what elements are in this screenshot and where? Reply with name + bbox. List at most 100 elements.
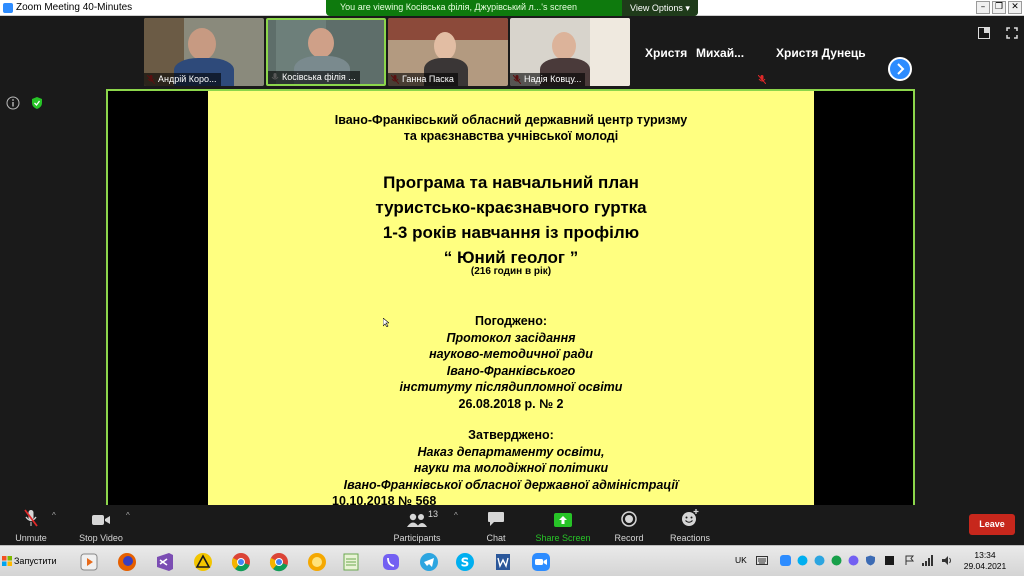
- video-camera-icon: [92, 515, 110, 525]
- taskbar-app-word[interactable]: [488, 549, 518, 574]
- slide-approved-block: Затверджено: Наказ департаменту освіти, …: [208, 427, 814, 510]
- chrome-icon: [231, 552, 250, 571]
- muted-mic-icon: [24, 509, 38, 527]
- taskbar-app-firefox[interactable]: [112, 549, 142, 574]
- name-only-tile[interactable]: Христя Дунець: [770, 18, 880, 86]
- slide-title: Програма та навчальний план туристсько-к…: [208, 170, 814, 270]
- participants-options-caret[interactable]: ^: [454, 511, 458, 520]
- taskbar-app-visual-studio[interactable]: [150, 549, 180, 574]
- media-player-icon: [80, 553, 98, 570]
- taskbar-app-chrome[interactable]: [226, 549, 256, 574]
- slide-organization: Івано-Франківський обласний державний це…: [208, 112, 814, 144]
- participants-button[interactable]: 13 Participants: [390, 505, 444, 545]
- meeting-info-icons: [6, 96, 44, 115]
- record-icon: [621, 511, 637, 527]
- title-line: Програма та навчальний план: [383, 173, 639, 192]
- participants-label: Participants: [393, 533, 441, 543]
- keyboard-icon[interactable]: [756, 555, 768, 566]
- chevron-right-icon: [897, 63, 905, 75]
- taskbar-app-archicad[interactable]: [188, 549, 218, 574]
- start-label: Запустити: [14, 556, 57, 566]
- agreed-date: 26.08.2018 р. № 2: [458, 396, 564, 411]
- chat-label: Chat: [486, 533, 506, 543]
- name-only-tile[interactable]: Михай...: [692, 18, 766, 86]
- zoom-app-icon: [3, 3, 13, 13]
- network-tray-icon[interactable]: [831, 555, 842, 566]
- view-options-button[interactable]: View Options ▾: [622, 0, 698, 16]
- fullscreen-icon[interactable]: [1006, 27, 1018, 39]
- approved-line: науки та молодіжної політики: [413, 461, 609, 475]
- reactions-label: Reactions: [669, 533, 711, 543]
- start-button[interactable]: Запустити: [0, 549, 60, 573]
- video-tile[interactable]: Андрій Коро...: [144, 18, 264, 86]
- windows-logo-icon: [2, 556, 12, 566]
- shield-tray-icon[interactable]: [865, 555, 876, 566]
- taskbar-app-viber[interactable]: [376, 549, 406, 574]
- audio-options-caret[interactable]: ^: [52, 511, 56, 520]
- approved-line: Івано-Франківської обласної державної ад…: [343, 477, 679, 492]
- info-icon[interactable]: [6, 96, 20, 110]
- participants-icon: [407, 513, 427, 527]
- shared-screen[interactable]: Івано-Франківський обласний державний це…: [106, 89, 915, 508]
- next-page-button[interactable]: [888, 57, 912, 81]
- agreed-line: науково-методичної ради: [429, 347, 593, 361]
- taskbar-app-notepad[interactable]: [336, 549, 366, 574]
- leave-button[interactable]: Leave: [969, 514, 1015, 535]
- os-taskbar: Запустити S UK 13:34 29.04.2021: [0, 545, 1024, 576]
- shield-icon[interactable]: [30, 96, 44, 110]
- taskbar-app-telegram[interactable]: [414, 549, 444, 574]
- viber-tray-icon[interactable]: [848, 555, 859, 566]
- telegram-tray-icon[interactable]: [814, 555, 825, 566]
- taskbar-app-yellow[interactable]: [302, 549, 332, 574]
- chrome-icon: [269, 552, 288, 571]
- circle-app-icon: [308, 552, 326, 571]
- screen-share-banner: You are viewing Косівська філія, Джурівс…: [326, 0, 698, 16]
- unmute-button[interactable]: Unmute: [8, 505, 54, 545]
- language-indicator[interactable]: UK: [735, 555, 747, 565]
- participants-count-badge: 13: [428, 509, 439, 519]
- video-tile[interactable]: Надія Ковцу...: [510, 18, 630, 86]
- title-line: туристсько-краєзнавчого гуртка: [375, 198, 647, 217]
- video-tile-active-speaker[interactable]: Косівська філія ...: [266, 18, 386, 86]
- participant-name: Михай...: [696, 46, 745, 60]
- unmute-label: Unmute: [15, 533, 47, 543]
- slide-hours: (216 годин в рік): [470, 266, 552, 277]
- restore-button[interactable]: ❐: [992, 1, 1006, 14]
- skype-tray-icon[interactable]: [797, 555, 808, 566]
- reactions-button[interactable]: Reactions: [666, 505, 714, 545]
- record-label: Record: [614, 533, 644, 543]
- taskbar-app-zoom[interactable]: [526, 549, 556, 574]
- participant-name: Андрій Коро...: [144, 73, 221, 86]
- view-controls: [977, 26, 1018, 44]
- speaker-icon[interactable]: [941, 555, 953, 566]
- viber-icon: [383, 553, 399, 570]
- close-button[interactable]: ✕: [1008, 1, 1022, 14]
- minimize-button[interactable]: –: [976, 1, 990, 14]
- taskbar-app-chrome-2[interactable]: [264, 549, 294, 574]
- chat-button[interactable]: Chat: [478, 505, 514, 545]
- flag-icon[interactable]: [904, 555, 915, 566]
- gallery-layout-icon[interactable]: [977, 27, 990, 39]
- clock-date: 29.04.2021: [963, 561, 1007, 571]
- system-clock[interactable]: 13:34 29.04.2021: [962, 550, 1008, 572]
- video-tile[interactable]: Ганна Паска: [388, 18, 508, 86]
- share-screen-label: Share Screen: [535, 533, 591, 543]
- dropbox-tray-icon[interactable]: [884, 555, 895, 566]
- participant-name: Христя Дунець: [776, 46, 866, 60]
- taskbar-app-media[interactable]: [74, 549, 104, 574]
- participant-name: Христя: [645, 46, 688, 60]
- zoom-tray-icon[interactable]: [780, 555, 791, 566]
- mouse-cursor-icon: [383, 318, 389, 327]
- signal-strength-icon[interactable]: [922, 555, 934, 566]
- video-options-caret[interactable]: ^: [126, 511, 130, 520]
- participant-name: Ганна Паска: [388, 73, 458, 86]
- notepad-icon: [343, 553, 359, 570]
- stop-video-label: Stop Video: [79, 533, 123, 543]
- archive-app-icon: [194, 552, 212, 571]
- record-button[interactable]: Record: [610, 505, 648, 545]
- share-screen-button[interactable]: Share Screen: [534, 505, 592, 545]
- word-document-icon: [496, 553, 510, 570]
- stop-video-button[interactable]: Stop Video: [74, 505, 128, 545]
- share-screen-icon: [554, 513, 572, 527]
- taskbar-app-skype[interactable]: S: [450, 549, 480, 574]
